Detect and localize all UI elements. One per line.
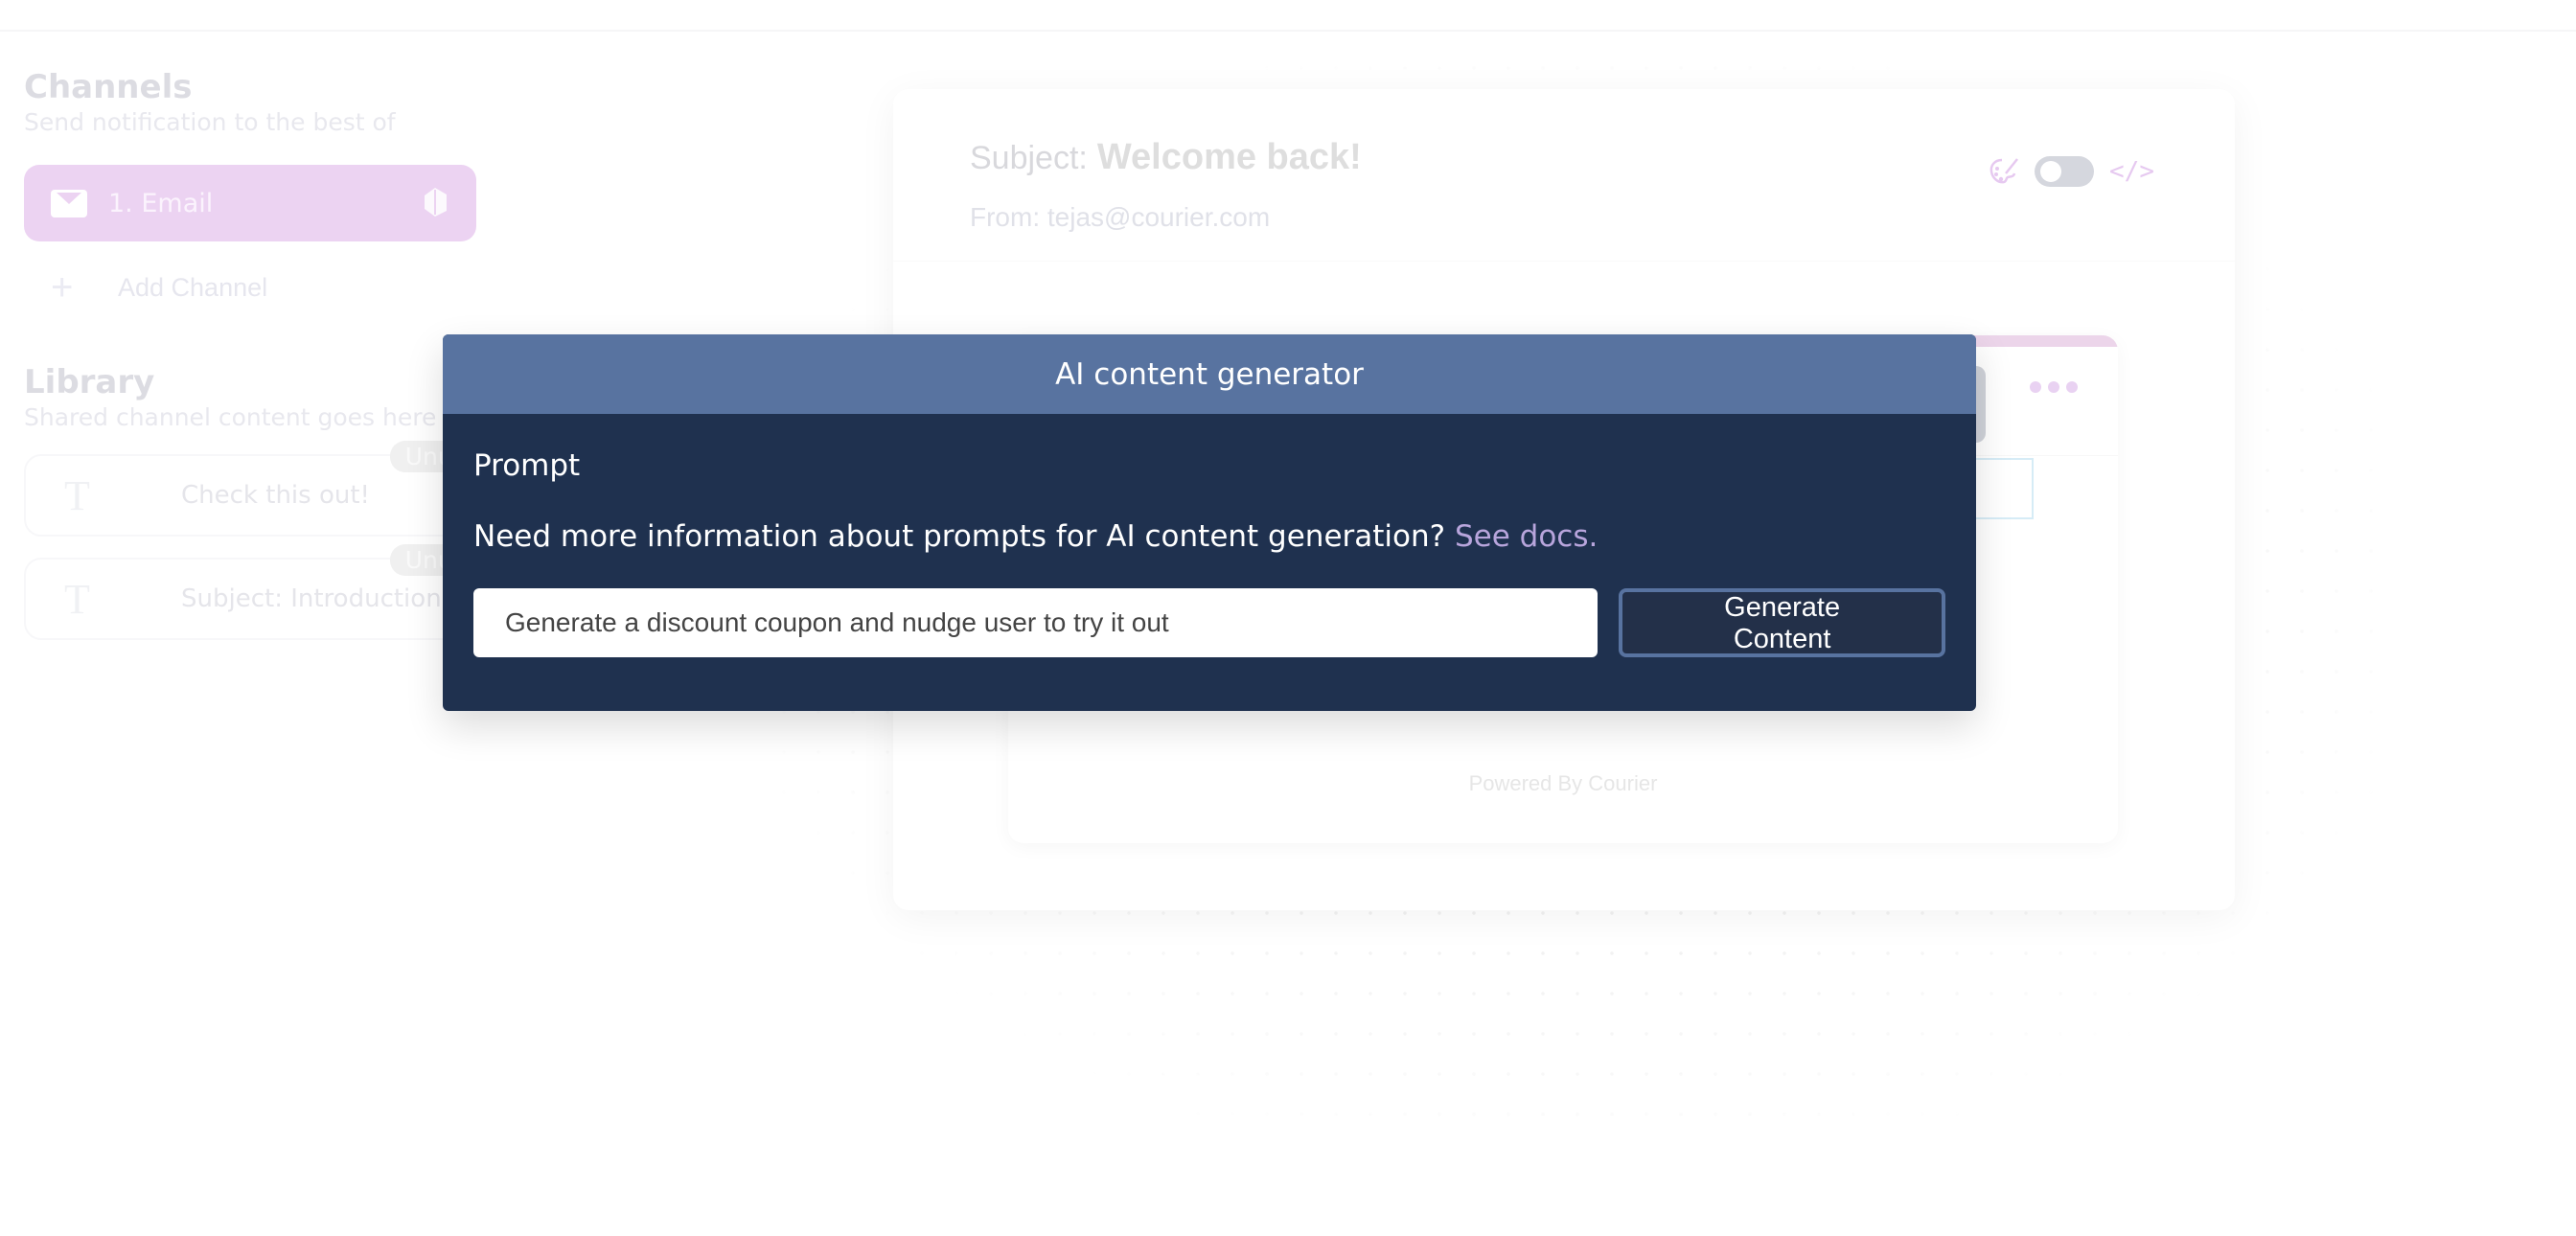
toggle-knob bbox=[2040, 161, 2062, 182]
channels-section: Channels Send notification to the best o… bbox=[24, 67, 476, 307]
subject-row[interactable]: Subject: Welcome back! bbox=[970, 137, 1362, 178]
provider-logo-icon bbox=[425, 188, 447, 217]
library-section: Library Shared channel content goes here… bbox=[24, 362, 511, 640]
modal-body: Prompt Need more information about promp… bbox=[443, 446, 1976, 657]
library-item-label: Subject: Introduction... bbox=[181, 584, 466, 613]
mail-icon bbox=[51, 189, 87, 217]
add-channel-label: Add Channel bbox=[118, 272, 268, 302]
plus-icon: + bbox=[51, 266, 74, 309]
prompt-input[interactable] bbox=[473, 588, 1598, 657]
code-view-toggle[interactable] bbox=[2035, 156, 2095, 187]
top-bar bbox=[0, 0, 2576, 32]
library-subtitle: Shared channel content goes here bbox=[24, 403, 437, 431]
prompt-input-row: Generate Content bbox=[473, 588, 1945, 657]
library-item-label: Check this out! bbox=[181, 481, 370, 510]
prompt-label: Prompt bbox=[473, 448, 581, 483]
channels-subtitle: Send notification to the best of bbox=[24, 108, 396, 136]
add-channel-button[interactable]: + Add Channel bbox=[24, 268, 474, 307]
ai-content-generator-modal: AI content generator Prompt Need more in… bbox=[443, 334, 1976, 711]
library-title: Library bbox=[24, 363, 155, 401]
palette-icon[interactable] bbox=[1989, 156, 2019, 187]
more-dots-icon[interactable] bbox=[2030, 381, 2078, 393]
prompt-info-text: Need more information about prompts for … bbox=[473, 519, 1446, 554]
prompt-info: Need more information about prompts for … bbox=[473, 517, 1945, 556]
subject-value[interactable]: Welcome back! bbox=[1097, 137, 1362, 178]
subject-label: Subject: bbox=[970, 140, 1088, 176]
sidebar: Channels Send notification to the best o… bbox=[24, 67, 511, 640]
channel-item-email[interactable]: 1. Email bbox=[24, 165, 476, 241]
text-icon: T bbox=[64, 471, 90, 519]
code-icon[interactable]: </> bbox=[2109, 157, 2154, 186]
view-toggle-group: </> bbox=[1989, 156, 2154, 187]
channels-title: Channels bbox=[24, 68, 193, 106]
library-item[interactable]: T Check this out! Unused bbox=[24, 441, 511, 537]
modal-title: AI content generator bbox=[1055, 356, 1364, 392]
email-header: Subject: Welcome back! From: tejas@couri… bbox=[893, 89, 2235, 262]
powered-by-footer: Powered By Courier bbox=[1468, 771, 1658, 795]
from-address[interactable]: From: tejas@courier.com bbox=[970, 202, 1270, 233]
modal-header: AI content generator bbox=[443, 334, 1976, 414]
channel-label: 1. Email bbox=[108, 188, 214, 218]
see-docs-link[interactable]: See docs. bbox=[1455, 519, 1598, 554]
library-item[interactable]: T Subject: Introduction... Unused bbox=[24, 544, 511, 640]
generate-content-button[interactable]: Generate Content bbox=[1619, 588, 1945, 657]
text-icon: T bbox=[64, 575, 90, 623]
